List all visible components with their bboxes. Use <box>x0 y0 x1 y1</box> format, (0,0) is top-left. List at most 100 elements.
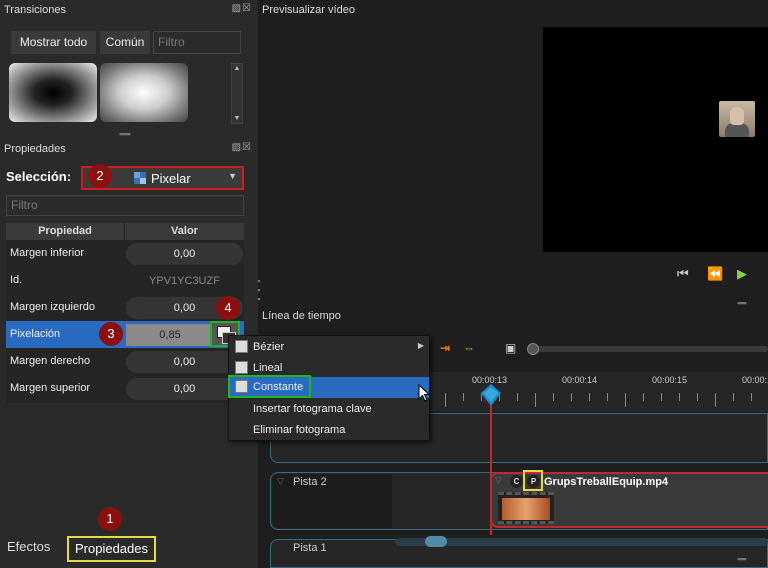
ruler-tick <box>445 393 446 407</box>
pixelate-effect-icon <box>134 172 146 184</box>
ruler-tick <box>589 393 590 401</box>
ruler-tick <box>463 393 464 401</box>
preview-title: Previsualizar vídeo <box>262 4 355 16</box>
tick-label: 00:00:14 <box>562 375 598 385</box>
menu-item-label: Lineal <box>253 362 283 374</box>
ruler-tick <box>517 393 518 401</box>
property-value[interactable]: 0,00 <box>126 243 243 265</box>
property-name: Margen superior <box>10 382 91 394</box>
property-name: Margen inferior <box>10 247 84 259</box>
property-value[interactable]: 0,00 <box>126 351 243 373</box>
ruler-tick <box>715 393 716 407</box>
linear-curve-icon <box>235 361 248 374</box>
clip-menu-icon[interactable]: ▽ <box>495 475 502 486</box>
scrollbar-handle[interactable] <box>425 536 447 547</box>
ruler-tick <box>643 393 644 401</box>
ruler-tick <box>697 393 698 401</box>
table-row-selected[interactable]: Pixelación 0,85 <box>6 321 244 348</box>
show-all-button[interactable]: Mostrar todo <box>11 31 96 54</box>
playhead-line <box>490 405 492 535</box>
highlight-box <box>228 375 311 398</box>
scroll-up-icon[interactable]: ▲ <box>232 65 242 72</box>
submenu-arrow-icon: ▶ <box>417 341 424 350</box>
annotation-badge: 3 <box>99 322 123 346</box>
ruler-tick <box>625 393 626 407</box>
ruler-tick <box>661 393 662 401</box>
ruler-tick <box>733 393 734 401</box>
splitter-grip-icon[interactable]: ▪▪▪ <box>254 276 264 303</box>
tick-label: 00:00:16 <box>742 375 768 385</box>
properties-dock-buttons[interactable]: ▨☒ <box>232 142 252 153</box>
transitions-scrollbar[interactable]: ▲ ▼ <box>231 63 243 124</box>
chevron-down-icon: ▼ <box>228 171 237 181</box>
property-value[interactable]: 0,85 <box>126 324 214 346</box>
timeline-horizontal-scrollbar[interactable] <box>395 538 768 546</box>
clip-thumbnail <box>498 492 554 524</box>
skip-back-icon[interactable]: ⏮ <box>677 266 689 282</box>
zoom-slider-handle[interactable] <box>527 343 539 355</box>
property-value: YPV1YC3UZF <box>149 275 220 287</box>
mouse-cursor-icon <box>418 384 431 402</box>
track-name: Pista 1 <box>293 542 327 554</box>
menu-item-insert-keyframe[interactable]: Insertar fotograma clave <box>229 399 429 420</box>
common-button[interactable]: Común <box>100 31 150 54</box>
center-playhead-icon[interactable]: ⇔ <box>463 341 475 355</box>
table-row[interactable]: Margen inferior 0,00 <box>6 240 244 267</box>
transition-thumbnail[interactable] <box>100 63 188 122</box>
menu-item-label: Insertar fotograma clave <box>253 403 372 415</box>
property-name: Pixelación <box>10 328 61 340</box>
ruler-tick <box>607 393 608 401</box>
transitions-title: Transiciones <box>4 4 66 16</box>
tab-efectos[interactable]: Efectos <box>7 539 50 554</box>
play-icon[interactable]: ▶ <box>737 266 747 282</box>
annotation-badge: 2 <box>88 164 112 188</box>
ruler-tick <box>553 393 554 401</box>
rewind-icon[interactable]: ⏪ <box>707 266 723 282</box>
transition-thumbnail[interactable] <box>9 63 97 122</box>
snap-icon[interactable]: ▣ <box>505 341 516 355</box>
table-row[interactable]: Margen superior 0,00 <box>6 375 244 402</box>
selection-label: Selección: <box>6 169 72 184</box>
bezier-curve-icon <box>235 340 248 353</box>
properties-filter-input[interactable]: Filtro <box>6 195 244 216</box>
track-header[interactable] <box>272 474 392 528</box>
clip-name: GrupsTreballEquip.mp4 <box>544 476 669 488</box>
splitter-grip-icon[interactable]: ▪▪▪▪ <box>737 298 747 308</box>
ruler-tick <box>751 393 752 401</box>
property-name: Id. <box>10 274 23 286</box>
video-preview <box>543 27 768 252</box>
playhead-icon[interactable] <box>481 384 501 406</box>
property-value[interactable]: 0,00 <box>126 378 243 400</box>
property-name: Margen izquierdo <box>10 301 95 313</box>
annotation-badge: 4 <box>216 296 240 320</box>
ruler-tick <box>571 393 572 401</box>
column-header-value[interactable]: Valor <box>125 223 244 240</box>
menu-item-label: Eliminar fotograma <box>253 424 346 436</box>
splitter-grip-icon[interactable]: ▪▪▪▪ <box>737 554 747 564</box>
properties-table: Propiedad Valor Margen inferior 0,00 Id.… <box>6 223 244 403</box>
transitions-dock-buttons[interactable]: ▨☒ <box>232 3 252 14</box>
menu-item-bezier[interactable]: Bézier ▶ <box>229 337 429 358</box>
highlight-box <box>523 470 543 491</box>
table-row[interactable]: Margen derecho 0,00 <box>6 348 244 375</box>
menu-item-label: Bézier <box>253 341 285 353</box>
timeline-title: Línea de tiempo <box>262 310 341 322</box>
video-frame-person <box>719 101 755 137</box>
tab-propiedades[interactable]: Propiedades <box>67 536 156 562</box>
splitter-grip-icon[interactable]: ▪▪▪▪▪ <box>119 129 131 139</box>
transitions-filter-input[interactable]: Filtro <box>153 31 241 54</box>
chevron-down-icon[interactable]: ▽ <box>277 476 284 487</box>
scroll-down-icon[interactable]: ▼ <box>232 115 242 122</box>
column-header-property[interactable]: Propiedad <box>6 223 124 240</box>
ruler-tick <box>679 393 680 401</box>
ruler-tick <box>535 393 536 407</box>
table-row[interactable]: Id. YPV1YC3UZF <box>6 267 244 294</box>
properties-title: Propiedades <box>4 143 66 155</box>
menu-item-delete-keyframe[interactable]: Eliminar fotograma <box>229 420 429 441</box>
jump-to-end-icon[interactable]: ⇥ <box>440 341 450 355</box>
timeline-zoom-slider[interactable] <box>530 346 768 352</box>
table-row[interactable]: Margen izquierdo 0,00 <box>6 294 244 321</box>
clip-badge-c[interactable]: C <box>510 475 523 488</box>
track-name: Pista 2 <box>293 476 327 488</box>
property-name: Margen derecho <box>10 355 91 367</box>
